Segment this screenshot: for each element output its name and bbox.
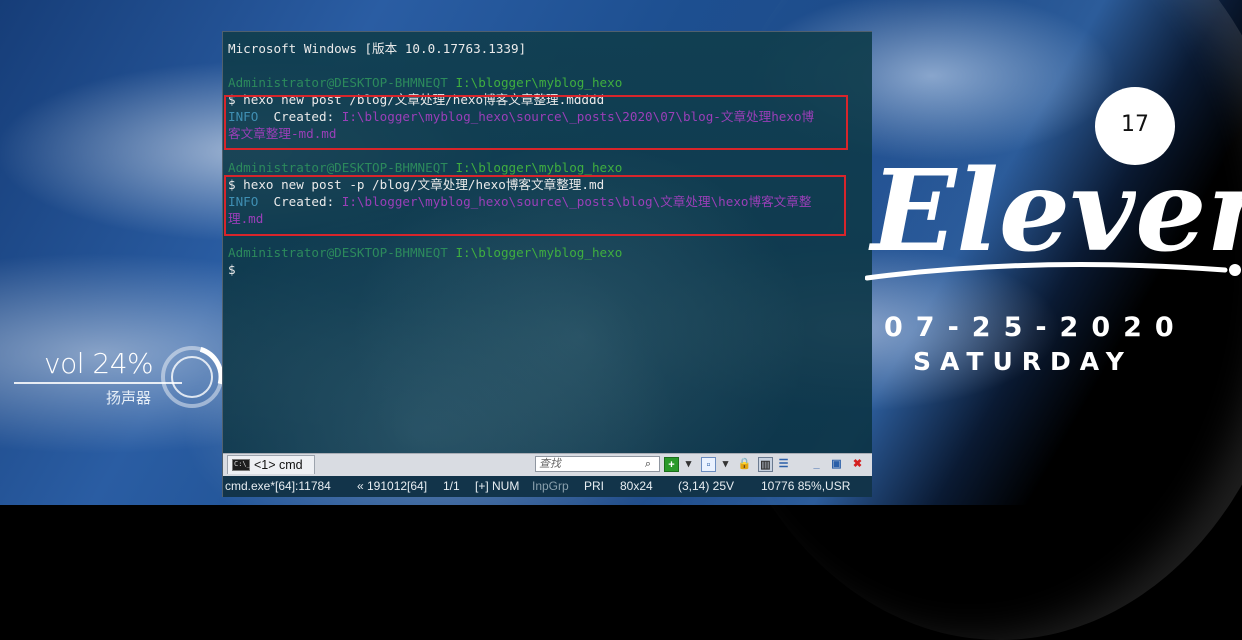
terminal-output[interactable]: Microsoft Windows [版本 10.0.17763.1339] Ad… bbox=[228, 40, 868, 278]
highlight-box-1 bbox=[224, 95, 848, 150]
terminal-line: Microsoft Windows [版本 10.0.17763.1339] bbox=[228, 40, 868, 57]
tab-cmd[interactable]: C:\_ <1> cmd bbox=[227, 455, 315, 474]
volume-device-label: 扬声器 bbox=[106, 389, 152, 407]
lock-icon[interactable]: 🔒 bbox=[737, 457, 752, 472]
view-dropdown-icon[interactable]: ▾ bbox=[718, 457, 733, 472]
eleven-title: Eleven bbox=[865, 146, 1242, 281]
terminal-line: $ bbox=[228, 261, 868, 278]
status-memory: 10776 85%,USR bbox=[761, 479, 851, 493]
weekday-text: SATURDAY bbox=[913, 347, 1133, 376]
minimize-icon[interactable]: _ bbox=[809, 457, 824, 472]
search-icon[interactable]: ⌕ bbox=[640, 457, 656, 471]
terminal-segment: Microsoft Windows [版本 10.0.17763.1339] bbox=[228, 41, 527, 56]
console-icon: C:\_ bbox=[232, 459, 251, 471]
tab-label: <1> cmd bbox=[254, 458, 303, 472]
terminal-segment: Administrator@DESKTOP-BHMNEQT bbox=[228, 245, 456, 260]
terminal-segment: Administrator@DESKTOP-BHMNEQT bbox=[228, 160, 456, 175]
highlight-box-2 bbox=[224, 175, 846, 236]
tab-bar: C:\_ <1> cmd 查找 ⌕ + ▾ ▫ ▾ 🔒 ▥ ☰ _ ▣ ✖ bbox=[223, 453, 872, 476]
volume-ring-icon[interactable] bbox=[159, 344, 225, 410]
terminal-segment: I:\blogger\myblog_hexo bbox=[455, 245, 623, 260]
close-icon[interactable]: ✖ bbox=[850, 457, 865, 472]
volume-divider bbox=[14, 382, 182, 384]
status-process: cmd.exe*[64]:11784 bbox=[225, 479, 331, 493]
list-icon[interactable]: ☰ bbox=[776, 457, 791, 472]
volume-label: vol 24% bbox=[44, 347, 154, 380]
status-size: 80x24 bbox=[620, 479, 653, 493]
eleven-title-text: Eleven bbox=[868, 146, 1242, 277]
status-cursor: (3,14) 25V bbox=[678, 479, 735, 493]
terminal-line: Administrator@DESKTOP-BHMNEQT I:\blogger… bbox=[228, 159, 868, 176]
status-mode: [+] NUM bbox=[475, 479, 520, 493]
status-pri: PRI bbox=[584, 479, 605, 493]
terminal-segment: I:\blogger\myblog_hexo bbox=[455, 160, 623, 175]
terminal-segment: $ bbox=[228, 262, 236, 277]
new-console-icon[interactable]: + bbox=[664, 457, 679, 472]
status-pages: 1/1 bbox=[443, 479, 460, 493]
terminal-window[interactable]: Microsoft Windows [版本 10.0.17763.1339] Ad… bbox=[222, 31, 872, 497]
new-console-dropdown-icon[interactable]: ▾ bbox=[681, 457, 696, 472]
view-icon[interactable]: ▫ bbox=[701, 457, 716, 472]
status-build: « 191012[64] bbox=[357, 479, 428, 493]
terminal-segment: Administrator@DESKTOP-BHMNEQT bbox=[228, 75, 456, 90]
terminal-segment: I:\blogger\myblog_hexo bbox=[455, 75, 623, 90]
terminal-line: Administrator@DESKTOP-BHMNEQT I:\blogger… bbox=[228, 74, 868, 91]
status-inp: InpGrp bbox=[532, 479, 569, 493]
date-value: 07-25-2020 bbox=[884, 312, 1187, 343]
terminal-line: Administrator@DESKTOP-BHMNEQT I:\blogger… bbox=[228, 244, 868, 261]
date-text: 07-25-2020 bbox=[884, 312, 1187, 343]
maximize-icon[interactable]: ▣ bbox=[829, 457, 844, 472]
split-view-icon[interactable]: ▥ bbox=[758, 457, 773, 472]
status-bar: cmd.exe*[64]:11784 « 191012[64] 1/1 [+] … bbox=[223, 476, 872, 497]
